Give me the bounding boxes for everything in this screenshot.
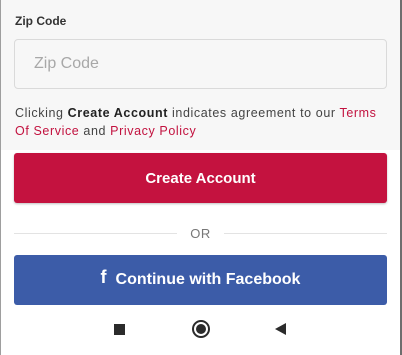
terms-middle: indicates agreement to our — [167, 106, 340, 120]
recents-icon[interactable] — [114, 324, 125, 335]
home-icon[interactable] — [192, 320, 210, 338]
zip-code-input[interactable] — [14, 39, 387, 89]
system-navigation-bar — [1, 305, 400, 355]
zip-code-label: Zip Code — [15, 14, 67, 28]
continue-with-facebook-button[interactable]: f Continue with Facebook — [14, 255, 387, 305]
terms-prefix: Clicking — [15, 106, 68, 120]
signup-form: Zip Code Clicking Create Account indicat… — [1, 0, 400, 150]
terms-action: Create Account — [67, 106, 168, 120]
divider-line-right — [224, 233, 387, 234]
facebook-icon: f — [100, 266, 107, 287]
or-divider: OR — [14, 224, 387, 244]
create-account-button[interactable]: Create Account — [14, 153, 387, 203]
terms-text: Clicking Create Account indicates agreem… — [15, 104, 389, 140]
back-icon[interactable] — [275, 323, 286, 335]
facebook-button-label: Continue with Facebook — [115, 271, 301, 288]
privacy-policy-link[interactable]: Privacy Policy — [110, 124, 196, 138]
terms-conjunction: and — [79, 124, 111, 138]
